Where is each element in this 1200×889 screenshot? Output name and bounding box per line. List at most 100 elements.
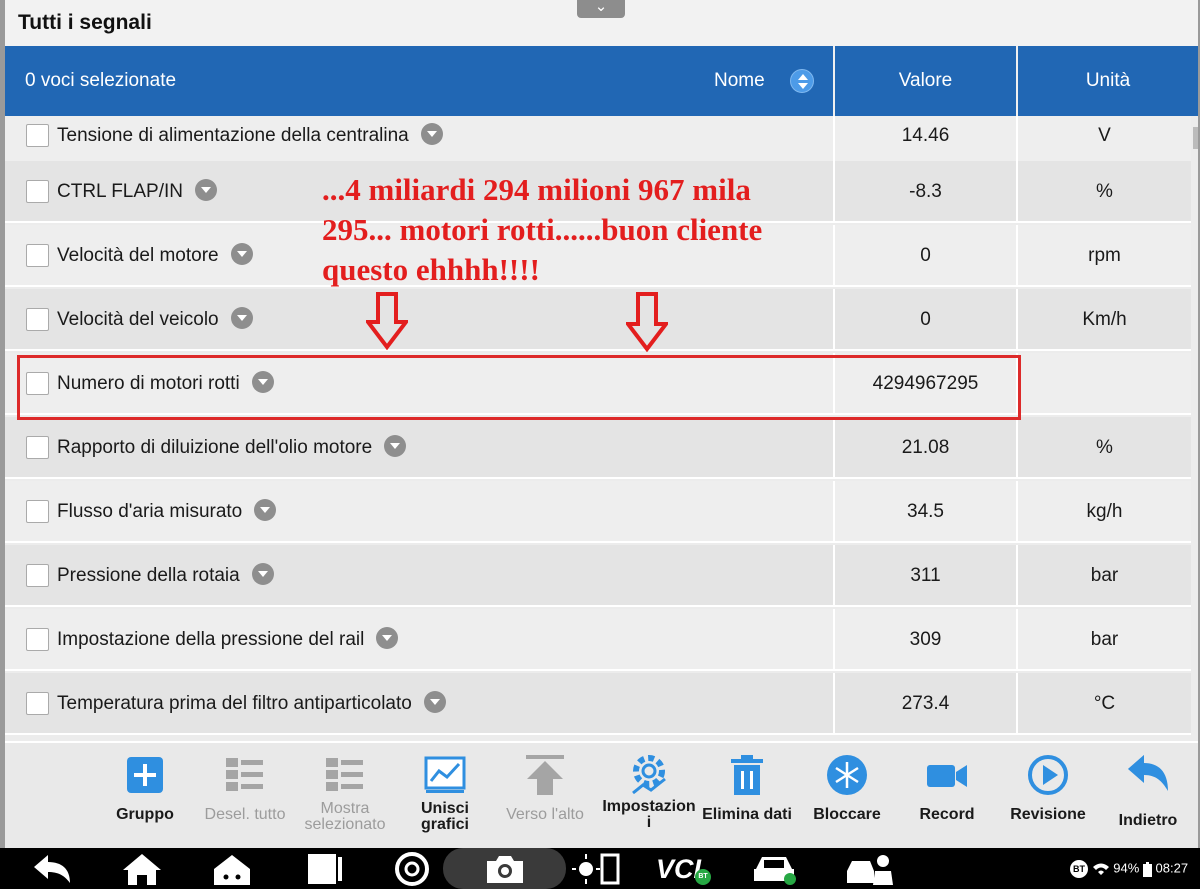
status-bar: BT 94% 08:27 [1070, 860, 1188, 878]
table-row[interactable]: Tensione di alimentazione della centrali… [5, 116, 1191, 167]
signal-name: CTRL FLAP/IN [57, 179, 217, 203]
table-row[interactable]: Flusso d'aria misurato 34.5 kg/h [5, 481, 1191, 543]
signal-name: Velocità del veicolo [57, 307, 253, 331]
wifi-icon [1092, 863, 1109, 875]
signal-unit: bar [1090, 565, 1119, 586]
row-checkbox[interactable] [26, 436, 49, 459]
back-button[interactable]: Indietro [1098, 753, 1198, 845]
table-row[interactable]: Velocità del veicolo 0 Km/h [5, 289, 1191, 351]
snowflake-icon [825, 753, 869, 797]
checklist-icon [323, 753, 367, 797]
chrome-icon[interactable] [392, 851, 432, 887]
arrow-up-icon [523, 753, 567, 797]
brightness-icon[interactable] [572, 851, 620, 887]
table-row[interactable]: Temperatura prima del filtro antipartico… [5, 673, 1191, 735]
chart-icon [423, 753, 467, 797]
freeze-button[interactable]: Bloccare [797, 753, 897, 845]
signal-unit: °C [1093, 693, 1116, 714]
highlight-box [17, 355, 1021, 420]
row-checkbox[interactable] [26, 180, 49, 203]
signal-name: Velocità del motore [57, 243, 253, 267]
pull-down-tab[interactable]: ⌄ [577, 0, 625, 18]
back-icon[interactable] [30, 851, 74, 887]
dropdown-icon[interactable] [254, 499, 277, 521]
column-unit-header: Unità [1085, 70, 1131, 91]
row-checkbox[interactable] [26, 628, 49, 651]
battery-icon [1142, 861, 1152, 877]
signal-value: 21.08 [901, 437, 950, 458]
android-icon[interactable] [210, 851, 254, 887]
bottom-toolbar: Gruppo Desel. tutto Mostra selezionato Un… [5, 741, 1198, 848]
table-row[interactable]: Pressione della rotaia 311 bar [5, 545, 1191, 607]
recent-apps-icon[interactable] [302, 851, 346, 887]
annotation-text: ...4 miliardi 294 milioni 967 mila 295..… [322, 172, 763, 287]
signal-name: Pressione della rotaia [57, 563, 274, 587]
clock: 08:27 [1155, 860, 1189, 876]
screenshot-pill[interactable] [443, 848, 566, 889]
trash-icon [725, 753, 769, 797]
row-checkbox[interactable] [26, 564, 49, 587]
signal-name: Flusso d'aria misurato [57, 499, 277, 523]
record-button[interactable]: Record [897, 753, 997, 845]
selected-count: 0 voci selezionate [25, 70, 177, 91]
plus-icon [123, 753, 167, 797]
column-value-header: Valore [898, 70, 953, 91]
signal-unit: Km/h [1082, 309, 1127, 330]
signal-unit: % [1096, 437, 1113, 458]
signal-value: 34.5 [907, 501, 944, 522]
row-checkbox[interactable] [26, 124, 49, 147]
arrow-down-icon [626, 292, 668, 352]
column-name-header[interactable]: Nome [714, 70, 765, 92]
signal-value: -8.3 [909, 181, 942, 202]
group-button[interactable]: Gruppo [95, 753, 195, 845]
signal-unit: kg/h [1086, 501, 1123, 522]
delete-data-button[interactable]: Elimina dati [697, 753, 797, 845]
back-arrow-icon [1126, 753, 1170, 797]
move-up-button[interactable]: Verso l'alto [495, 753, 595, 845]
signal-name: Impostazione della pressione del rail [57, 627, 399, 651]
dropdown-icon[interactable] [230, 243, 253, 265]
signal-unit: V [1098, 125, 1111, 146]
signal-value: 14.46 [901, 125, 950, 146]
dropdown-icon[interactable] [376, 627, 399, 649]
camera-icon[interactable] [483, 853, 527, 885]
table-header: 0 voci selezionate Nome Valore Unità [5, 46, 1198, 116]
signal-value: 309 [909, 629, 942, 650]
row-checkbox[interactable] [26, 244, 49, 267]
sort-icon[interactable] [790, 69, 814, 93]
review-button[interactable]: Revisione [998, 753, 1098, 845]
dropdown-icon[interactable] [420, 123, 443, 145]
row-checkbox[interactable] [26, 308, 49, 331]
signal-value: 311 [910, 565, 941, 586]
show-selected-button[interactable]: Mostra selezionato [295, 753, 395, 845]
dropdown-icon[interactable] [230, 307, 253, 329]
dropdown-icon[interactable] [384, 435, 407, 457]
car-icon[interactable] [750, 851, 800, 887]
signal-name: Rapporto di diluizione dell'olio motore [57, 435, 407, 459]
settings-button[interactable]: Impostazion i [599, 753, 699, 845]
row-checkbox[interactable] [26, 500, 49, 523]
arrow-down-icon [366, 292, 408, 350]
screen: Tutti i segnali ⌄ 0 voci selezionate Nom… [0, 0, 1200, 889]
signal-unit: % [1096, 181, 1113, 202]
dropdown-icon[interactable] [195, 179, 217, 201]
row-checkbox[interactable] [26, 692, 49, 715]
table-row[interactable]: Impostazione della pressione del rail 30… [5, 609, 1191, 671]
home-icon[interactable] [120, 851, 164, 887]
list-icon [223, 753, 267, 797]
dropdown-icon[interactable] [251, 563, 274, 585]
gear-icon [627, 753, 671, 797]
bluetooth-icon: BT [1070, 860, 1088, 878]
signal-value: 273.4 [901, 693, 950, 714]
live-data-panel: Tutti i segnali ⌄ 0 voci selezionate Nom… [5, 0, 1198, 848]
signal-value: 0 [920, 245, 931, 266]
merge-charts-button[interactable]: Unisci grafici [395, 753, 495, 845]
scrollbar[interactable] [1193, 127, 1198, 149]
car-mechanic-icon[interactable] [843, 851, 895, 887]
signal-value: 0 [920, 309, 931, 330]
page-title: Tutti i segnali [18, 11, 152, 34]
vci-icon[interactable]: VCIBT [656, 854, 712, 889]
dropdown-icon[interactable] [423, 691, 446, 713]
table-row[interactable]: Rapporto di diluizione dell'olio motore … [5, 417, 1191, 479]
deselect-all-button[interactable]: Desel. tutto [195, 753, 295, 845]
